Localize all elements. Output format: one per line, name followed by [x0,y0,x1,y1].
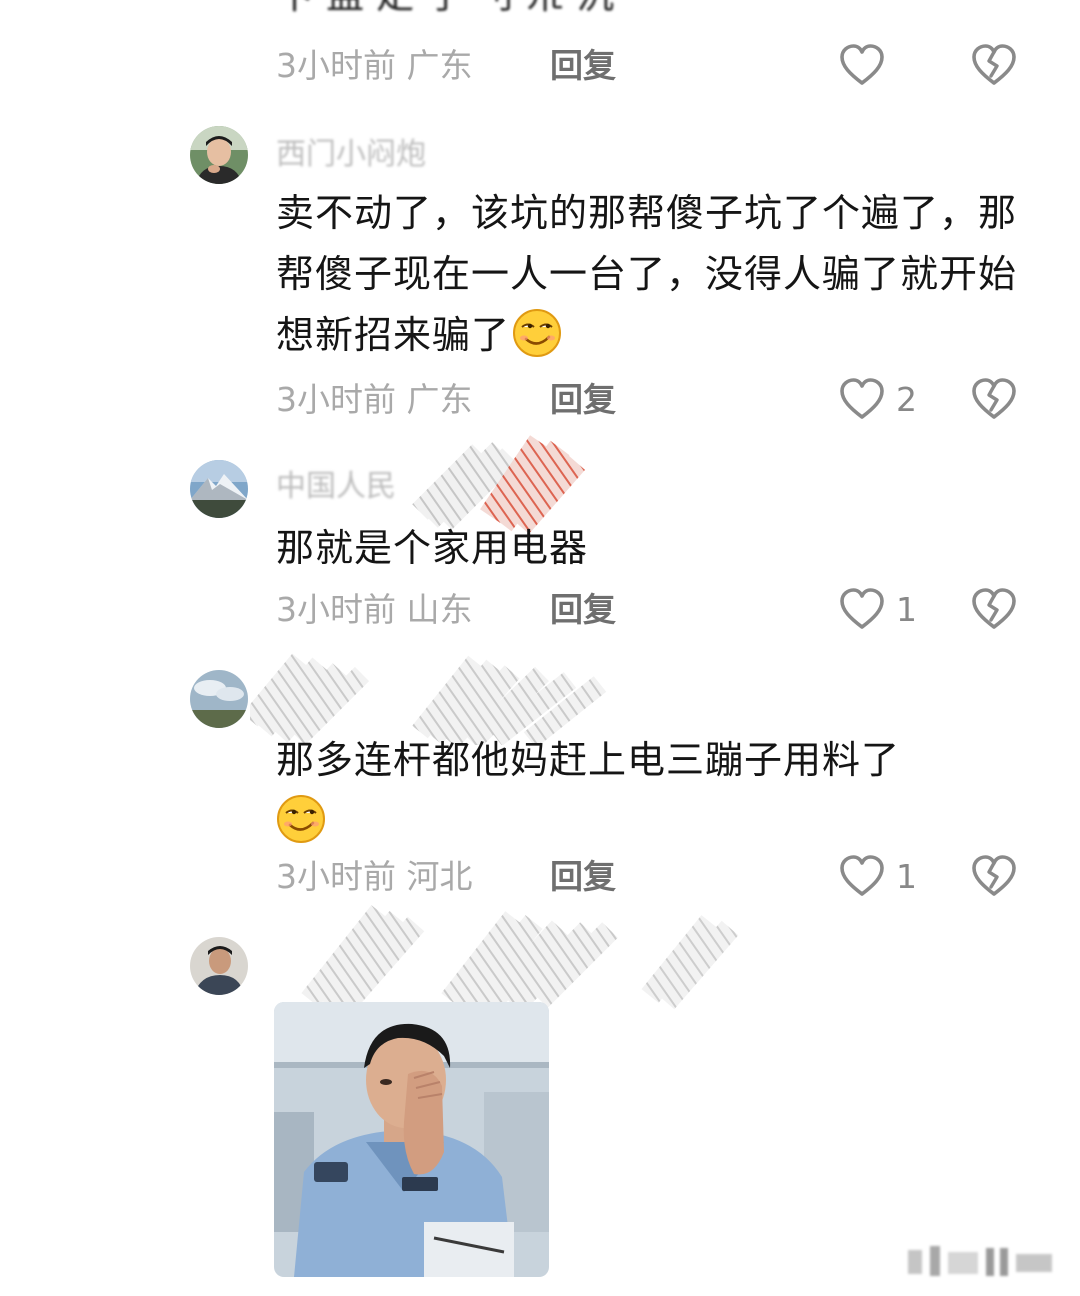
comment-meta: 3小时前 河北 回复 1 [276,855,1056,899]
comment-text: 卖不动了，该坑的那帮傻子坑了个遍了，那帮傻子现在一人一台了，没得人骗了就开始想新… [276,191,1018,358]
username-redaction [301,905,739,1015]
dislike-button[interactable] [970,376,1018,424]
heart-outline-icon [838,376,886,424]
comment-text: 那多连杆都他妈赶上电三蹦子用料了 [276,730,1036,852]
username[interactable]: 西门小闷炮 [276,138,426,172]
broken-heart-icon [970,586,1018,634]
comment-meta: 3小时前 广东 回复 [276,44,1056,88]
like-count: 1 [896,590,917,629]
comment-time-location: 3小时前 山东 [276,590,473,629]
avatar[interactable] [190,937,248,995]
reply-button[interactable]: 回复 [550,588,616,632]
comment-image-police-officer-facepalm[interactable] [274,1002,549,1277]
broken-heart-icon [970,853,1018,901]
comment-previous: 卞 盅 疋 亍 刂 朮 氿 3小时前 广东 回复 [0,0,1080,110]
username[interactable]: 中国人民 [276,470,396,504]
comment-meta: 3小时前 广东 回复 2 [276,378,1056,422]
watermark-logo [908,1246,1052,1276]
like-count: 1 [896,857,917,896]
broken-heart-icon [970,376,1018,424]
comment-time-location: 3小时前 广东 [276,380,473,419]
heart-outline-icon [838,586,886,634]
avatar[interactable] [190,460,248,518]
username-redaction [412,435,586,532]
reply-button[interactable]: 回复 [550,378,616,422]
dislike-button[interactable] [970,853,1018,901]
comment-time-location: 3小时前 河北 [276,857,473,896]
dislike-button[interactable] [970,586,1018,634]
broken-heart-icon [970,42,1018,90]
comment-text: 那就是个家用电器 [276,526,589,570]
smirk-emoji-icon [512,308,562,358]
heart-outline-icon [838,42,886,90]
avatar[interactable] [190,126,248,184]
comment-text-cutoff: 卞 盅 疋 亍 刂 朮 氿 [276,0,614,14]
like-count: 2 [896,380,917,419]
comment-time-location: 3小时前 广东 [276,46,473,85]
reply-button[interactable]: 回复 [550,855,616,899]
heart-outline-icon [838,853,886,901]
avatar[interactable] [190,670,248,728]
smirk-emoji-icon [276,794,326,844]
comment-meta: 3小时前 山东 回复 1 [276,588,1056,632]
reply-button[interactable]: 回复 [550,44,616,88]
dislike-button[interactable] [970,42,1018,90]
